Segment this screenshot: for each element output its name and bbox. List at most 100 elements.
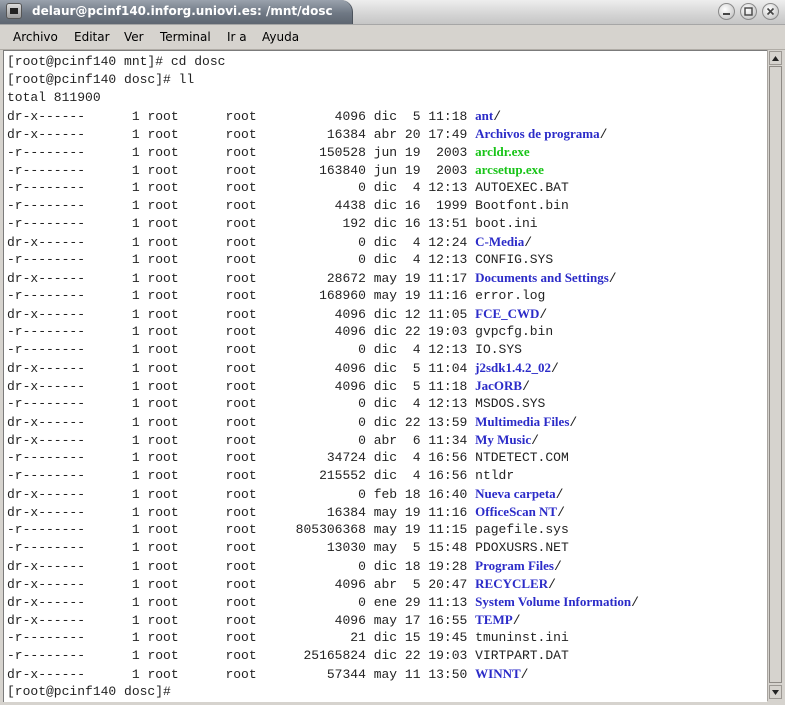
entry-time: 11:17 bbox=[428, 271, 476, 286]
terminal-line: -r-------- 1 root root 21 dic 15 19:45 t… bbox=[7, 629, 639, 647]
entry-owner: root bbox=[147, 361, 226, 376]
entry-month: dic bbox=[373, 216, 405, 231]
entry-group: root bbox=[225, 505, 257, 520]
entry-month: abr bbox=[373, 433, 405, 448]
entry-size: 0 bbox=[256, 433, 374, 448]
minimize-icon[interactable] bbox=[718, 3, 735, 20]
entry-owner: root bbox=[147, 180, 226, 195]
entry-time: 12:24 bbox=[428, 235, 476, 250]
entry-month: dic bbox=[373, 235, 405, 250]
vertical-scrollbar[interactable] bbox=[767, 50, 783, 701]
entry-time: 16:40 bbox=[428, 487, 476, 502]
terminal-line: -r-------- 1 root root 13030 may 5 15:48… bbox=[7, 539, 639, 557]
entry-links: 1 bbox=[131, 198, 148, 213]
entry-links: 1 bbox=[131, 595, 148, 610]
menu-ver[interactable]: Ver bbox=[124, 30, 144, 44]
entry-day: 17 bbox=[404, 613, 429, 628]
maximize-icon[interactable] bbox=[740, 3, 757, 20]
file-name: MSDOS.SYS bbox=[475, 396, 546, 411]
entry-day: 4 bbox=[404, 252, 429, 267]
terminal-app-icon[interactable] bbox=[6, 3, 22, 19]
close-icon[interactable] bbox=[762, 3, 779, 20]
terminal-line: [root@pcinf140 mnt]# cd dosc bbox=[7, 53, 639, 71]
entry-group: root bbox=[225, 468, 257, 483]
file-name: error.log bbox=[475, 288, 546, 303]
entry-owner: root bbox=[147, 127, 226, 142]
entry-size: 163840 bbox=[256, 163, 374, 178]
entry-size: 0 bbox=[256, 342, 374, 357]
title-tab[interactable]: delaur@pcinf140.inforg.uniovi.es: /mnt/d… bbox=[0, 0, 353, 24]
terminal-line: dr-x------ 1 root root 4096 dic 5 11:18 … bbox=[7, 377, 639, 395]
entry-month: abr bbox=[373, 127, 405, 142]
entry-links: 1 bbox=[131, 324, 148, 339]
scrollbar-thumb[interactable] bbox=[769, 66, 782, 683]
directory-name: System Volume Information bbox=[475, 594, 632, 609]
entry-group: root bbox=[225, 216, 257, 231]
entry-time: 2003 bbox=[428, 163, 476, 178]
directory-name: TEMP bbox=[475, 612, 513, 627]
entry-perms: -r-------- bbox=[7, 342, 132, 357]
entry-group: root bbox=[225, 415, 257, 430]
terminal-line: -r-------- 1 root root 163840 jun 19 200… bbox=[7, 161, 639, 179]
entry-day: 19 bbox=[404, 505, 429, 520]
terminal-line: dr-x------ 1 root root 0 feb 18 16:40 Nu… bbox=[7, 485, 639, 503]
entry-owner: root bbox=[147, 450, 226, 465]
entry-perms: dr-x------ bbox=[7, 595, 132, 610]
entry-month: may bbox=[373, 540, 405, 555]
entry-links: 1 bbox=[131, 180, 148, 195]
terminal-line: -r-------- 1 root root 4096 dic 22 19:03… bbox=[7, 323, 639, 341]
file-name: PDOXUSRS.NET bbox=[475, 540, 569, 555]
scroll-down-icon[interactable] bbox=[769, 685, 782, 699]
entry-time: 11:05 bbox=[428, 307, 476, 322]
entry-perms: -r-------- bbox=[7, 163, 132, 178]
entry-day: 22 bbox=[404, 324, 429, 339]
entry-links: 1 bbox=[131, 307, 148, 322]
menu-ayuda[interactable]: Ayuda bbox=[262, 30, 299, 44]
entry-size: 13030 bbox=[256, 540, 374, 555]
entry-perms: dr-x------ bbox=[7, 487, 132, 502]
entry-links: 1 bbox=[131, 648, 148, 663]
entry-day: 22 bbox=[404, 648, 429, 663]
entry-perms: -r-------- bbox=[7, 252, 132, 267]
entry-time: 11:15 bbox=[428, 522, 476, 537]
entry-group: root bbox=[225, 379, 257, 394]
entry-owner: root bbox=[147, 559, 226, 574]
entry-perms: dr-x------ bbox=[7, 271, 132, 286]
entry-owner: root bbox=[147, 505, 226, 520]
entry-day: 4 bbox=[404, 180, 429, 195]
entry-links: 1 bbox=[131, 577, 148, 592]
menu-editar[interactable]: Editar bbox=[74, 30, 110, 44]
entry-links: 1 bbox=[131, 145, 148, 160]
terminal-line: -r-------- 1 root root 192 dic 16 13:51 … bbox=[7, 215, 639, 233]
terminal-line: dr-x------ 1 root root 16384 abr 20 17:4… bbox=[7, 125, 639, 143]
entry-group: root bbox=[225, 342, 257, 357]
terminal-line: -r-------- 1 root root 168960 may 19 11:… bbox=[7, 287, 639, 305]
entry-links: 1 bbox=[131, 361, 148, 376]
directory-name: Program Files bbox=[475, 558, 554, 573]
entry-time: 19:45 bbox=[428, 630, 476, 645]
entry-size: 0 bbox=[256, 235, 374, 250]
title-bar[interactable]: delaur@pcinf140.inforg.uniovi.es: /mnt/d… bbox=[0, 0, 785, 25]
entry-owner: root bbox=[147, 198, 226, 213]
menu-ir-a[interactable]: Ir a bbox=[227, 30, 247, 44]
entry-time: 11:16 bbox=[428, 288, 476, 303]
entry-month: ene bbox=[373, 595, 405, 610]
entry-size: 34724 bbox=[256, 450, 374, 465]
terminal-line: -r-------- 1 root root 34724 dic 4 16:56… bbox=[7, 449, 639, 467]
directory-suffix: / bbox=[599, 127, 608, 142]
directory-name: WINNT bbox=[475, 666, 521, 681]
scroll-up-icon[interactable] bbox=[769, 51, 782, 65]
terminal-line: -r-------- 1 root root 150528 jun 19 200… bbox=[7, 143, 639, 161]
entry-day: 29 bbox=[404, 595, 429, 610]
terminal-line: dr-x------ 1 root root 4096 may 17 16:55… bbox=[7, 611, 639, 629]
directory-suffix: / bbox=[555, 487, 564, 502]
entry-owner: root bbox=[147, 163, 226, 178]
menu-archivo[interactable]: Archivo bbox=[13, 30, 58, 44]
entry-links: 1 bbox=[131, 468, 148, 483]
entry-group: root bbox=[225, 127, 257, 142]
entry-time: 1999 bbox=[428, 198, 476, 213]
menu-terminal[interactable]: Terminal bbox=[160, 30, 211, 44]
entry-perms: -r-------- bbox=[7, 396, 132, 411]
terminal-output[interactable]: [root@pcinf140 mnt]# cd dosc [root@pcinf1… bbox=[3, 50, 767, 702]
entry-day: 6 bbox=[404, 433, 429, 448]
